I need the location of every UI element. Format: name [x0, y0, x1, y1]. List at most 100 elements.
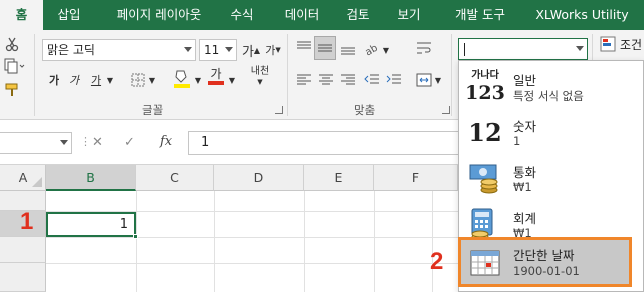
general-icon-bottom: 123: [465, 82, 505, 104]
fill-handle[interactable]: [133, 234, 138, 239]
ribbon-separator: [34, 34, 35, 116]
general-icon-top: 가나다: [471, 70, 499, 81]
borders-icon[interactable]: [128, 70, 148, 90]
gridline: [46, 263, 458, 264]
chevron-down-icon[interactable]: ▼: [432, 70, 444, 90]
font-color-button[interactable]: 가: [206, 66, 226, 86]
svg-text:ab: ab: [363, 43, 379, 56]
bold-button[interactable]: 가: [44, 70, 64, 90]
chevron-down-icon[interactable]: ▼: [104, 70, 116, 90]
general-format-icon: 가나다 123: [465, 67, 505, 105]
number-format-combo[interactable]: [458, 38, 588, 60]
column-header-c[interactable]: C: [136, 165, 214, 191]
gridline: [46, 237, 458, 238]
tab-page-layout[interactable]: 페이지 레이아웃: [100, 0, 218, 30]
text-cursor: [464, 43, 465, 56]
phonetic-guide-button[interactable]: 내천 ▼: [248, 64, 272, 90]
cut-icon[interactable]: [2, 34, 22, 54]
font-color-swatch: [208, 81, 224, 85]
currency-format-icon: [467, 159, 503, 197]
fill-color-icon[interactable]: [172, 68, 192, 88]
copy-icon[interactable]: [0, 56, 28, 76]
column-header-e[interactable]: E: [304, 165, 374, 191]
font-size-value: 11: [204, 43, 220, 57]
conditional-formatting-icon[interactable]: [598, 34, 618, 54]
step-2-marker: 2: [430, 248, 444, 275]
tab-review[interactable]: 검토: [336, 0, 380, 30]
format-option-name: 통화: [513, 165, 537, 180]
format-option-short-date[interactable]: 간단한 날짜 1900-01-01: [458, 237, 632, 287]
chevron-down-icon[interactable]: ▼: [192, 70, 204, 90]
column-header-b[interactable]: B: [46, 165, 136, 191]
merge-center-icon[interactable]: [414, 70, 434, 90]
cell-b2[interactable]: 1: [46, 212, 136, 237]
format-option-sample: 특정 서식 없음: [513, 89, 584, 103]
insert-function-button[interactable]: fx: [160, 134, 172, 149]
font-group-label: 글꼴: [142, 103, 164, 117]
ribbon-separator: [287, 34, 288, 116]
chevron-down-icon: [576, 46, 584, 51]
align-middle-icon[interactable]: [314, 36, 336, 60]
wrap-text-icon[interactable]: [414, 38, 434, 58]
gridline: [136, 191, 137, 292]
font-dialog-launcher-icon[interactable]: [275, 106, 283, 114]
format-option-number[interactable]: 12 숫자 1: [459, 109, 643, 155]
cancel-button[interactable]: ✕: [92, 135, 103, 150]
align-right-icon[interactable]: [338, 70, 358, 90]
format-option-name: 숫자: [513, 119, 537, 134]
column-header-f[interactable]: F: [374, 165, 458, 191]
shrink-font-button[interactable]: 가 ▼: [263, 40, 283, 60]
column-header-a[interactable]: A: [0, 165, 46, 191]
column-header-d[interactable]: D: [214, 165, 304, 191]
chevron-down-icon: [60, 140, 68, 145]
font-color-label: 가: [210, 67, 222, 81]
ribbon-separator: [451, 34, 452, 116]
number-format-icon: 12: [468, 117, 502, 147]
row-header[interactable]: [0, 263, 46, 292]
orientation-icon[interactable]: ab: [362, 38, 382, 58]
enter-button[interactable]: ✓: [124, 135, 135, 150]
format-option-general[interactable]: 가나다 123 일반 특정 서식 없음: [459, 63, 643, 109]
chevron-down-icon[interactable]: ▼: [380, 40, 392, 60]
font-size-combo[interactable]: 11: [199, 39, 237, 61]
chevron-down-icon[interactable]: ▼: [146, 70, 158, 90]
chevron-down-icon[interactable]: ▼: [226, 70, 238, 90]
increase-indent-icon[interactable]: [384, 70, 404, 90]
decrease-indent-icon[interactable]: [362, 70, 382, 90]
gridline: [374, 191, 375, 292]
italic-button[interactable]: 가: [64, 70, 84, 90]
grow-font-button[interactable]: 가 ▲: [241, 40, 261, 60]
format-option-name: 간단한 날짜: [513, 248, 575, 263]
underline-button[interactable]: 가: [86, 70, 106, 90]
tab-home[interactable]: 홈: [0, 0, 43, 30]
row-header[interactable]: [0, 237, 46, 263]
tab-xlworks-utility[interactable]: XLWorks Utility: [524, 0, 640, 30]
font-name-value: 맑은 고딕: [47, 43, 95, 57]
ribbon-tab-bar: 홈 삽입 페이지 레이아웃 수식 데이터 검토 보기 개발 도구 XLWorks…: [0, 0, 644, 30]
align-center-icon[interactable]: [316, 70, 336, 90]
grow-font-label: 가: [241, 44, 254, 60]
step-1-marker: 1: [20, 208, 34, 235]
calendar-icon: [467, 244, 503, 282]
shrink-font-label: 가: [265, 44, 276, 57]
phonetic-guide-label: 내천: [250, 66, 270, 77]
align-left-icon[interactable]: [294, 70, 314, 90]
tab-formulas[interactable]: 수식: [220, 0, 264, 30]
format-option-name: 일반: [513, 73, 537, 88]
format-option-sample: 1: [513, 134, 521, 148]
formula-input[interactable]: 1: [188, 131, 458, 155]
font-name-combo[interactable]: 맑은 고딕: [42, 39, 196, 61]
name-box[interactable]: [0, 132, 72, 154]
conditional-formatting-label[interactable]: 조건: [620, 36, 642, 53]
tab-data[interactable]: 데이터: [272, 0, 332, 30]
tab-insert[interactable]: 삽입: [47, 0, 91, 30]
format-option-currency[interactable]: 통화 ₩1: [459, 155, 643, 201]
tab-view[interactable]: 보기: [387, 0, 431, 30]
chevron-down-icon: [225, 47, 233, 52]
tab-developer[interactable]: 개발 도구: [444, 0, 516, 30]
align-top-icon[interactable]: [294, 38, 314, 58]
align-bottom-icon[interactable]: [338, 38, 358, 58]
alignment-dialog-launcher-icon[interactable]: [442, 106, 450, 114]
format-painter-icon[interactable]: [2, 80, 22, 100]
format-option-sample: 1900-01-01: [513, 264, 580, 278]
